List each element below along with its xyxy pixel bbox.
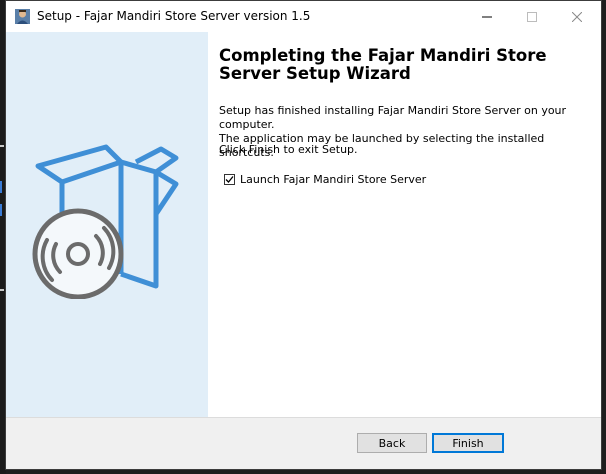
launch-checkbox-label[interactable]: Launch Fajar Mandiri Store Server <box>240 173 426 186</box>
checkmark-icon <box>225 176 234 183</box>
title-bar[interactable]: Setup - Fajar Mandiri Store Server versi… <box>6 1 601 32</box>
finish-message-line-1: Setup has finished installing Fajar Mand… <box>219 104 567 131</box>
heading-line-2: Server Setup Wizard <box>219 64 411 83</box>
maximize-icon <box>526 11 537 22</box>
wizard-side-panel <box>6 32 208 417</box>
heading-line-1: Completing the Fajar Mandiri Store <box>219 46 547 65</box>
maximize-button[interactable] <box>509 1 554 32</box>
background-mark <box>0 289 4 291</box>
close-button[interactable] <box>554 1 599 32</box>
window-title: Setup - Fajar Mandiri Store Server versi… <box>37 9 311 23</box>
wizard-heading: Completing the Fajar Mandiri Store Serve… <box>219 47 579 83</box>
wizard-content: Completing the Fajar Mandiri Store Serve… <box>6 32 601 417</box>
background-mark <box>0 145 4 147</box>
back-button[interactable]: Back <box>357 433 427 453</box>
launch-checkbox[interactable] <box>224 174 235 185</box>
close-icon <box>571 11 582 22</box>
minimize-button[interactable] <box>464 1 509 32</box>
setup-icon <box>15 9 30 24</box>
launch-checkbox-row[interactable]: Launch Fajar Mandiri Store Server <box>224 173 426 186</box>
minimize-icon <box>481 16 492 17</box>
setup-window: Setup - Fajar Mandiri Store Server versi… <box>5 0 602 470</box>
footer-divider <box>6 417 601 418</box>
exit-instruction: Click Finish to exit Setup. <box>219 143 358 156</box>
finish-button[interactable]: Finish <box>432 433 504 453</box>
box-with-disc-icon <box>32 144 179 299</box>
